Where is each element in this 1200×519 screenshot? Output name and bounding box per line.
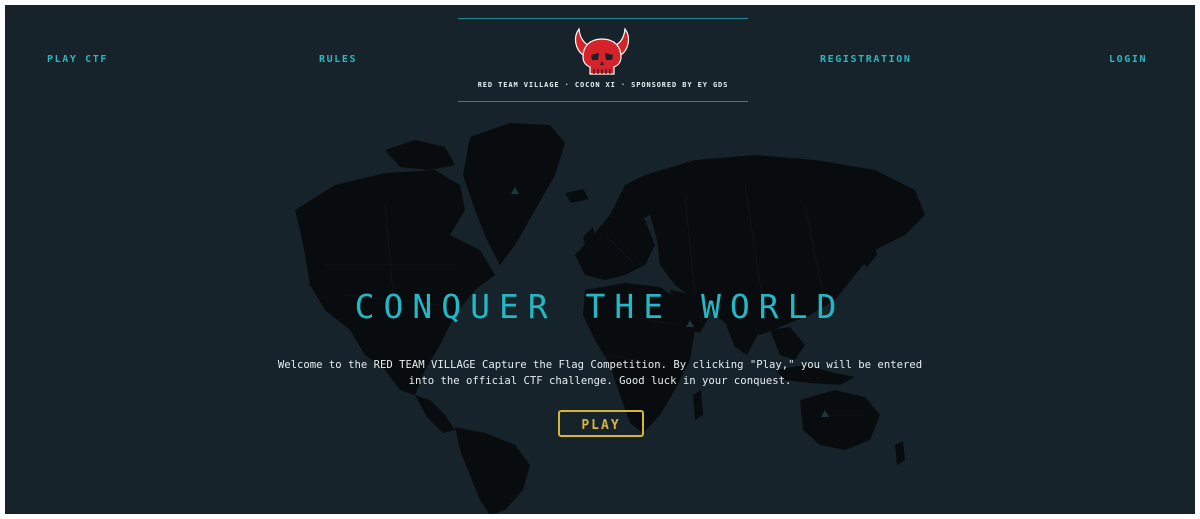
map-new-zealand (895, 441, 905, 465)
map-southeast-asia (770, 327, 805, 360)
nav-rules-link[interactable]: RULES (319, 54, 357, 65)
map-south-america (455, 427, 530, 514)
red-horned-skull-icon[interactable] (571, 25, 633, 79)
map-iceland (565, 189, 589, 203)
play-button[interactable]: PLAY (558, 410, 644, 437)
hero-title: CONQUER THE WORLD (354, 287, 846, 326)
nav-login-link[interactable]: LOGIN (1109, 54, 1147, 65)
hero-description: Welcome to the RED TEAM VILLAGE Capture … (277, 359, 923, 387)
map-australia (800, 390, 880, 450)
page-frame: PLAY CTF RULES REGISTRATION LOGIN RED TE… (5, 5, 1195, 514)
map-madagascar (693, 390, 703, 420)
map-arctic-islands (385, 140, 455, 170)
brand-header: RED TEAM VILLAGE · COCON XI · SPONSORED … (458, 18, 748, 102)
nav-play-ctf-link[interactable]: PLAY CTF (47, 54, 108, 65)
nav-registration-link[interactable]: REGISTRATION (820, 54, 911, 65)
map-central-america (415, 395, 455, 433)
brand-tagline: RED TEAM VILLAGE · COCON XI · SPONSORED … (477, 81, 729, 89)
